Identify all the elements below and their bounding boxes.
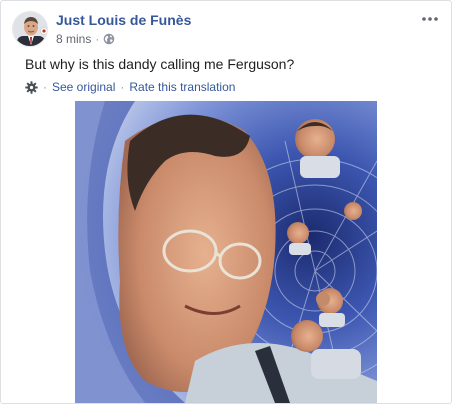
see-original-link[interactable]: See original (52, 80, 115, 94)
globe-icon[interactable] (103, 33, 115, 45)
rate-translation-link[interactable]: Rate this translation (129, 80, 235, 94)
post-text: But why is this dandy calling me Ferguso… (25, 56, 295, 72)
translation-separator: · (43, 80, 47, 94)
meme-image (75, 101, 377, 403)
more-options-button[interactable] (419, 10, 441, 28)
post-image[interactable] (75, 101, 377, 403)
facebook-post: Just Louis de Funès 8 mins · But why is … (0, 0, 452, 404)
more-options-icon (422, 17, 438, 21)
translation-row: · See original · Rate this translation (25, 80, 235, 94)
translation-separator: · (120, 80, 125, 94)
meta-separator: · (95, 32, 100, 46)
gear-icon[interactable] (25, 80, 38, 94)
author-name[interactable]: Just Louis de Funès (56, 12, 191, 28)
post-meta: 8 mins · (56, 32, 115, 46)
avatar-image (13, 12, 47, 46)
author-avatar[interactable] (12, 11, 48, 47)
post-timestamp[interactable]: 8 mins (56, 32, 91, 46)
